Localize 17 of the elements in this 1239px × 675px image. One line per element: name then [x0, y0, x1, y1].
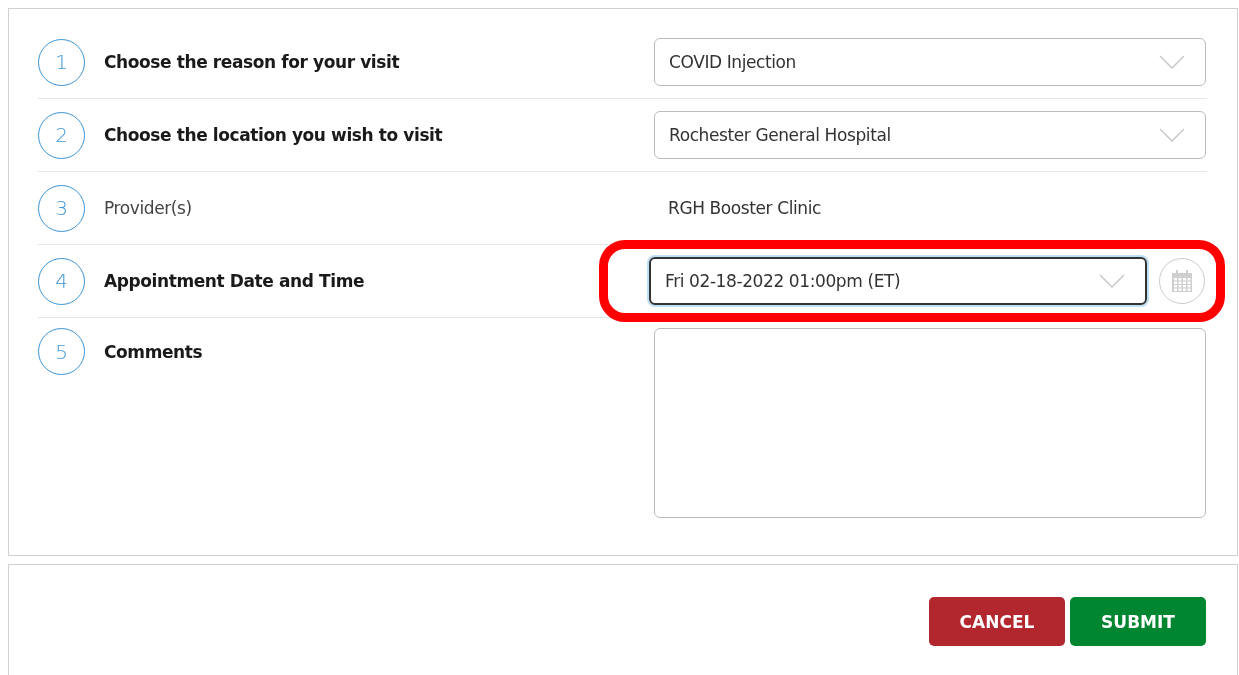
caret-icon: [1159, 55, 1185, 69]
caret-icon: [1159, 128, 1185, 142]
dropdown[interactable]: COVID Injection: [654, 38, 1206, 86]
cancel-button[interactable]: CANCEL: [929, 597, 1065, 646]
calendar-button[interactable]: [1159, 258, 1205, 304]
step-label: Appointment Date and Time: [104, 271, 365, 291]
submit-button[interactable]: SUBMIT: [1070, 597, 1206, 646]
dropdown[interactable]: Fri 02-18-2022 01:00pm (ET): [649, 257, 1147, 305]
step-label: Choose the location you wish to visit: [104, 125, 443, 145]
calendar-icon: [1171, 269, 1193, 293]
step-label: Provider(s): [104, 198, 192, 218]
provider-name: RGH Booster Clinic: [667, 198, 821, 218]
comments-field[interactable]: [654, 328, 1206, 518]
step-label: Comments: [104, 341, 203, 362]
step-label: Choose the reason for your visit: [104, 52, 400, 72]
caret-icon: [1099, 274, 1125, 288]
dropdown[interactable]: Rochester General Hospital: [654, 111, 1206, 159]
